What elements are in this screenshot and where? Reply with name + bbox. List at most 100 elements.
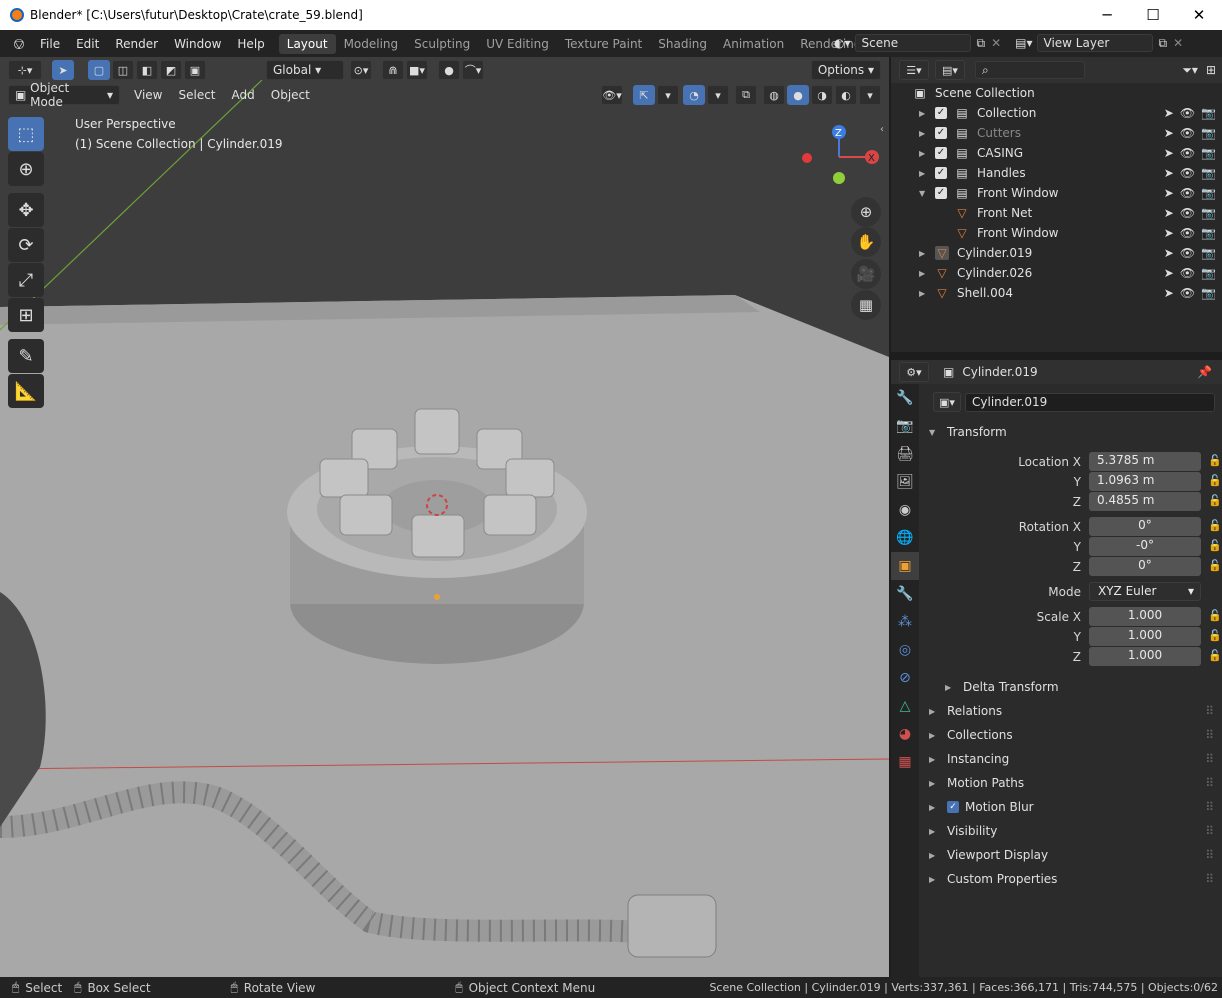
scene-tab-icon[interactable]: ◉	[891, 496, 919, 524]
rotation-z-field[interactable]: 0°	[1089, 557, 1201, 576]
drag-handle-icon[interactable]: ⠿	[1205, 848, 1214, 862]
close-button[interactable]: ✕	[1176, 0, 1222, 30]
location-z-field[interactable]: 0.4855 m	[1089, 492, 1201, 511]
rotate-tool-icon[interactable]: ⟳	[8, 228, 44, 262]
selectable-arrow-icon[interactable]: ➤	[1164, 266, 1174, 280]
drag-handle-icon[interactable]: ⠿	[1205, 776, 1214, 790]
location-y-field[interactable]: 1.0963 m	[1089, 472, 1201, 491]
object-name-field[interactable]: Cylinder.019	[965, 392, 1215, 412]
drag-handle-icon[interactable]: ⠿	[1205, 728, 1214, 742]
camera-render-icon[interactable]: 📷	[1201, 226, 1216, 240]
tool-tab-icon[interactable]: 🔧	[891, 384, 919, 412]
exclude-checkbox[interactable]: ✓	[935, 167, 947, 179]
motion-blur-checkbox[interactable]: ✓	[947, 801, 959, 813]
scale-z-field[interactable]: 1.000	[1089, 647, 1201, 666]
zoom-icon[interactable]: ⊕	[851, 197, 881, 227]
outliner-editor-type-icon[interactable]: ☰▾	[899, 60, 929, 80]
3d-viewport[interactable]: ⊹▾ ➤ ▢ ◫ ◧ ◩ ▣ Global ▾ ⊙▾ ⋒ ■▾ ● ⌒▾ Opt…	[0, 57, 889, 977]
selectable-arrow-icon[interactable]: ➤	[1164, 246, 1174, 260]
expand-arrow-icon[interactable]: ▶	[919, 249, 925, 258]
outliner-row[interactable]: ▶ ✓ ▤ Collection ➤ 👁 📷	[891, 103, 1222, 123]
wireframe-shading-icon[interactable]: ◍	[763, 85, 785, 105]
expand-arrow-icon[interactable]: ▼	[919, 189, 925, 198]
lock-icon[interactable]: 🔓	[1208, 474, 1222, 487]
gizmo-dropdown-icon[interactable]: ▾	[657, 85, 679, 105]
mode-dropdown[interactable]: ▣ Object Mode ▾	[8, 81, 120, 109]
constraints-tab-icon[interactable]: ⊘	[891, 664, 919, 692]
exclude-checkbox[interactable]: ✓	[935, 147, 947, 159]
mode-difference-icon[interactable]: ◩	[160, 60, 182, 80]
menu-edit[interactable]: Edit	[68, 37, 107, 51]
camera-render-icon[interactable]: 📷	[1201, 246, 1216, 260]
expand-arrow-icon[interactable]: ▶	[919, 169, 925, 178]
eye-icon[interactable]: 👁	[1180, 186, 1195, 200]
section-header[interactable]: ▶ Custom Properties ⠿	[919, 868, 1222, 890]
editor-type-button[interactable]: ⊹▾	[8, 60, 42, 80]
copy-scene-icon[interactable]: ⧉	[977, 36, 986, 51]
drag-handle-icon[interactable]: ⠿	[1205, 752, 1214, 766]
menu-select[interactable]: Select	[170, 88, 223, 102]
camera-render-icon[interactable]: 📷	[1201, 266, 1216, 280]
texture-tab-icon[interactable]: ▦	[891, 748, 919, 776]
camera-render-icon[interactable]: 📷	[1201, 106, 1216, 120]
eye-icon[interactable]: 👁	[1180, 226, 1195, 240]
tab-layout[interactable]: Layout	[278, 33, 336, 54]
proportional-falloff-icon[interactable]: ⌒▾	[462, 60, 484, 80]
outliner-search-input[interactable]: ⌕	[975, 61, 1085, 79]
eye-icon[interactable]: 👁	[1180, 286, 1195, 300]
rotation-y-field[interactable]: -0°	[1089, 537, 1201, 556]
view-layer-icon[interactable]: ▤▾	[1015, 36, 1032, 50]
selectable-arrow-icon[interactable]: ➤	[1164, 166, 1174, 180]
mode-subtract-icon[interactable]: ◧	[136, 60, 158, 80]
outliner-row[interactable]: ▶ ✓ ▤ Cutters ➤ 👁 📷	[891, 123, 1222, 143]
proportional-edit-icon[interactable]: ●	[438, 60, 460, 80]
mode-extend-icon[interactable]: ◫	[112, 60, 134, 80]
camera-render-icon[interactable]: 📷	[1201, 286, 1216, 300]
view-layer-field[interactable]: View Layer	[1036, 34, 1153, 52]
object-tab-icon[interactable]: ▣	[891, 552, 919, 580]
menu-window[interactable]: Window	[166, 37, 229, 51]
section-header[interactable]: ▶ Collections ⠿	[919, 724, 1222, 746]
selectable-arrow-icon[interactable]: ➤	[1164, 146, 1174, 160]
camera-render-icon[interactable]: 📷	[1201, 186, 1216, 200]
material-tab-icon[interactable]: ◕	[891, 720, 919, 748]
exclude-checkbox[interactable]: ✓	[935, 107, 947, 119]
expand-arrow-icon[interactable]: ▶	[919, 269, 925, 278]
visibility-icon[interactable]: 👁▾	[601, 85, 623, 105]
lock-icon[interactable]: 🔓	[1208, 454, 1222, 467]
camera-render-icon[interactable]: 📷	[1201, 126, 1216, 140]
sidebar-toggle-icon[interactable]: ‹	[880, 124, 884, 135]
tab-uv-editing[interactable]: UV Editing	[478, 34, 557, 54]
remove-view-layer-icon[interactable]: ✕	[1173, 36, 1183, 50]
eye-icon[interactable]: 👁	[1180, 126, 1195, 140]
outliner-row[interactable]: ▶ ✓ ▤ Handles ➤ 👁 📷	[891, 163, 1222, 183]
menu-add[interactable]: Add	[224, 88, 263, 102]
navigation-gizmo[interactable]: Z X	[800, 123, 889, 203]
transform-panel-header[interactable]: ▼ Transform	[919, 421, 1222, 443]
view-layer-tab-icon[interactable]: 🖼	[891, 468, 919, 496]
outliner-row[interactable]: ▶ ▽ Cylinder.019 ➤ 👁 📷	[891, 243, 1222, 263]
minimize-button[interactable]: ─	[1084, 0, 1130, 30]
location-x-field[interactable]: 5.3785 m	[1089, 452, 1201, 471]
scene-name-field[interactable]: Scene	[854, 34, 971, 52]
mode-intersect-icon[interactable]: ▣	[184, 60, 206, 80]
lock-icon[interactable]: 🔓	[1208, 494, 1222, 507]
filter-icon[interactable]: ⏷▾	[1182, 63, 1198, 78]
shading-dropdown-icon[interactable]: ▾	[859, 85, 881, 105]
outliner-root[interactable]: ▣ Scene Collection	[891, 83, 1222, 103]
output-tab-icon[interactable]: 🖨	[891, 440, 919, 468]
selectable-arrow-icon[interactable]: ➤	[1164, 106, 1174, 120]
selectable-arrow-icon[interactable]: ➤	[1164, 126, 1174, 140]
lock-icon[interactable]: 🔓	[1208, 629, 1222, 642]
particles-tab-icon[interactable]: ⁂	[891, 608, 919, 636]
section-header[interactable]: ▶ Visibility ⠿	[919, 820, 1222, 842]
render-tab-icon[interactable]: 📷	[891, 412, 919, 440]
eye-icon[interactable]: 👁	[1180, 266, 1195, 280]
eye-icon[interactable]: 👁	[1180, 166, 1195, 180]
properties-editor-type-icon[interactable]: ⚙▾	[899, 362, 929, 382]
menu-render[interactable]: Render	[107, 37, 166, 51]
drag-handle-icon[interactable]: ⠿	[1205, 704, 1214, 718]
physics-tab-icon[interactable]: ◎	[891, 636, 919, 664]
lock-icon[interactable]: 🔓	[1208, 609, 1222, 622]
select-box-tool-icon[interactable]: ⬚	[8, 117, 44, 151]
